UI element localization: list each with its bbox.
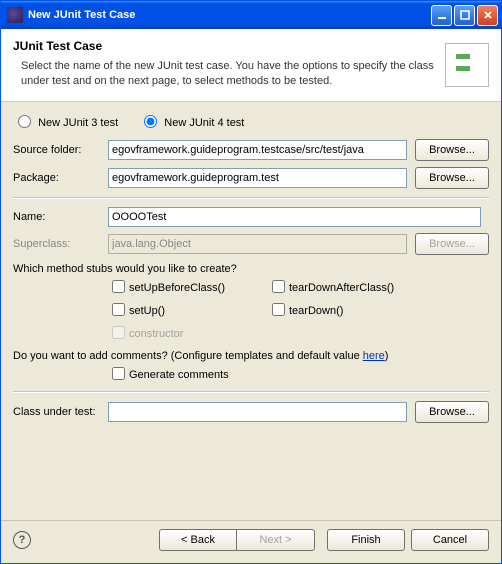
package-input[interactable] <box>108 168 407 188</box>
class-under-test-browse-button[interactable]: Browse... <box>415 401 489 423</box>
superclass-input <box>108 234 407 254</box>
footer: ? < Back Next > Finish Cancel <box>1 520 501 563</box>
dialog-window: New JUnit Test Case JUnit Test Case Sele… <box>0 0 502 564</box>
maximize-button[interactable] <box>454 5 475 26</box>
constructor-checkbox-label: constructor <box>108 323 268 342</box>
method-stubs-group: setUpBeforeClass() tearDownAfterClass() … <box>13 277 489 342</box>
comments-q-suffix: ) <box>385 350 389 362</box>
source-folder-input[interactable] <box>108 140 407 160</box>
class-under-test-label: Class under test: <box>13 406 108 418</box>
class-under-test-input[interactable] <box>108 402 407 422</box>
banner-title: JUnit Test Case <box>13 39 437 53</box>
setup-checkbox-label[interactable]: setUp() <box>108 300 268 319</box>
configure-templates-link[interactable]: here <box>363 350 385 362</box>
comments-question: Do you want to add comments? (Configure … <box>13 350 489 362</box>
separator <box>13 197 489 199</box>
teardown-checkbox[interactable] <box>272 303 285 316</box>
setupbeforeclass-checkbox-label[interactable]: setUpBeforeClass() <box>108 277 268 296</box>
method-stubs-question: Which method stubs would you like to cre… <box>13 263 489 275</box>
window-title: New JUnit Test Case <box>28 9 135 21</box>
next-button: Next > <box>237 529 315 551</box>
banner-description: Select the name of the new JUnit test ca… <box>13 59 437 89</box>
junit3-text: New JUnit 3 test <box>38 117 118 129</box>
constructor-checkbox <box>112 326 125 339</box>
package-browse-button[interactable]: Browse... <box>415 167 489 189</box>
generate-comments-checkbox[interactable] <box>112 367 125 380</box>
setupbeforeclass-checkbox[interactable] <box>112 280 125 293</box>
minimize-button[interactable] <box>431 5 452 26</box>
teardownafterclass-checkbox-label[interactable]: tearDownAfterClass() <box>268 277 428 296</box>
name-input[interactable] <box>108 207 481 227</box>
junit4-radio-label[interactable]: New JUnit 4 test <box>139 117 244 129</box>
titlebar[interactable]: New JUnit Test Case <box>1 1 501 29</box>
teardownafterclass-checkbox[interactable] <box>272 280 285 293</box>
junit-version-group: New JUnit 3 test New JUnit 4 test <box>13 112 489 129</box>
source-folder-browse-button[interactable]: Browse... <box>415 139 489 161</box>
comments-q-prefix: Do you want to add comments? (Configure … <box>13 350 363 362</box>
setup-checkbox[interactable] <box>112 303 125 316</box>
separator <box>13 391 489 393</box>
superclass-label: Superclass: <box>13 238 108 250</box>
package-label: Package: <box>13 172 108 184</box>
junit-icon <box>445 43 489 87</box>
superclass-browse-button: Browse... <box>415 233 489 255</box>
finish-button[interactable]: Finish <box>327 529 405 551</box>
generate-comments-checkbox-label[interactable]: Generate comments <box>108 369 229 381</box>
help-icon[interactable]: ? <box>13 531 31 549</box>
banner: JUnit Test Case Select the name of the n… <box>1 29 501 102</box>
teardown-checkbox-label[interactable]: tearDown() <box>268 300 428 319</box>
back-button[interactable]: < Back <box>159 529 237 551</box>
cancel-button[interactable]: Cancel <box>411 529 489 551</box>
content-area: New JUnit 3 test New JUnit 4 test Source… <box>1 102 501 520</box>
name-label: Name: <box>13 211 108 223</box>
junit3-radio[interactable] <box>18 115 31 128</box>
junit3-radio-label[interactable]: New JUnit 3 test <box>13 117 121 129</box>
junit4-text: New JUnit 4 test <box>164 117 244 129</box>
source-folder-label: Source folder: <box>13 144 108 156</box>
junit4-radio[interactable] <box>144 115 157 128</box>
close-button[interactable] <box>477 5 498 26</box>
eclipse-icon <box>7 7 23 23</box>
